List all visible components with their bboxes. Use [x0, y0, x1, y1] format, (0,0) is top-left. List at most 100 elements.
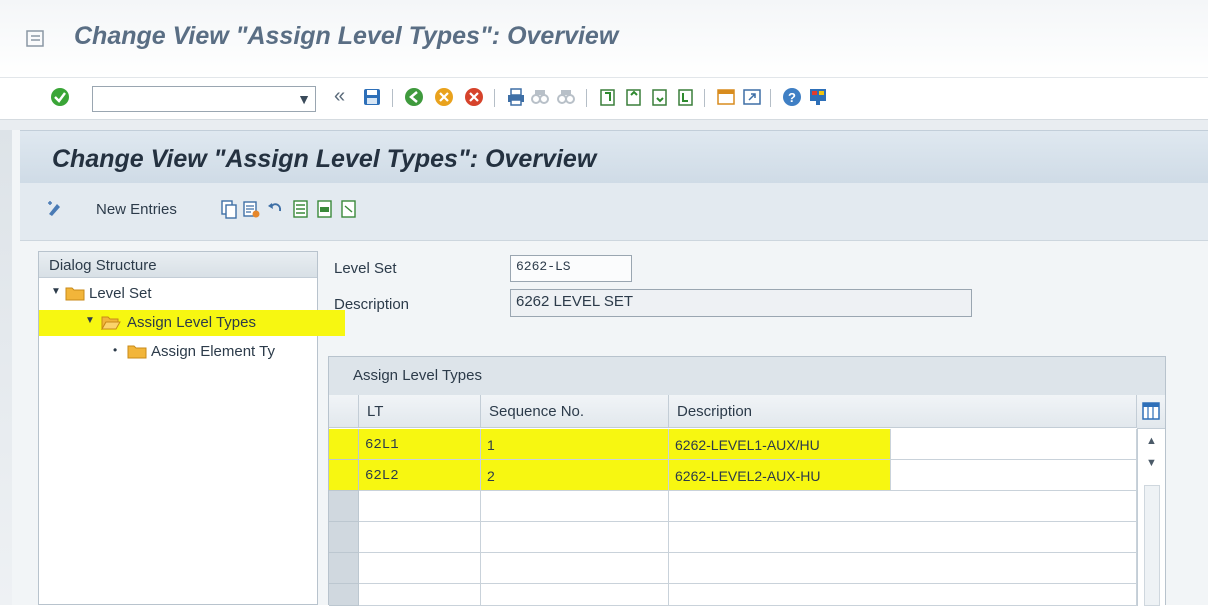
table-cell-empty	[891, 460, 1137, 491]
first-page-icon[interactable]	[598, 87, 618, 107]
table-cell-lt[interactable]: 62L1	[359, 429, 481, 460]
table-cell-description[interactable]: 6262-LEVEL2-AUX-HU	[669, 460, 891, 491]
table-cell-description[interactable]	[669, 584, 1137, 606]
dialog-structure-header: Dialog Structure	[39, 252, 317, 278]
find-next-icon[interactable]	[556, 87, 576, 107]
row-selector[interactable]	[329, 460, 359, 491]
level-set-field[interactable]: 6262-LS	[510, 255, 632, 282]
column-header-sequence-no[interactable]: Sequence No.	[481, 395, 669, 428]
exit-icon[interactable]	[434, 87, 454, 107]
standard-toolbar: ▼ « ?	[0, 78, 1208, 120]
table-cell-lt[interactable]	[359, 522, 481, 553]
command-field[interactable]: ▼	[92, 86, 316, 112]
delete-icon[interactable]	[242, 199, 260, 219]
table-cell-sequence-no[interactable]	[481, 491, 669, 522]
table-cell-sequence-no[interactable]	[481, 522, 669, 553]
window-title: Change View "Assign Level Types": Overvi…	[74, 22, 619, 50]
table-grid: LT Sequence No. Description 62L1 1 6262-…	[329, 395, 1165, 606]
table-cell-lt[interactable]	[359, 491, 481, 522]
table-vertical-scrollbar[interactable]: ▲ ▼	[1137, 429, 1165, 606]
table-cell-empty	[891, 429, 1137, 460]
shortcut-icon[interactable]	[742, 87, 762, 107]
next-page-icon[interactable]	[650, 87, 670, 107]
tree-item-assign-element-types[interactable]: • Assign Element Ty	[45, 340, 315, 364]
scroll-up-icon[interactable]: ▲	[1146, 435, 1157, 447]
separator	[770, 89, 771, 107]
tree-item-label: Assign Level Types	[127, 314, 256, 331]
separator	[392, 89, 393, 107]
separator	[586, 89, 587, 107]
table-title: Assign Level Types	[353, 367, 482, 384]
dropdown-icon[interactable]: ▼	[297, 87, 311, 111]
row-selector[interactable]	[329, 429, 359, 460]
tree-item-label: Assign Element Ty	[151, 343, 275, 360]
scroll-track[interactable]	[1144, 485, 1160, 606]
undo-icon[interactable]	[266, 199, 284, 219]
page-title: Change View "Assign Level Types": Overvi…	[52, 145, 597, 173]
table-cell-lt[interactable]: 62L2	[359, 460, 481, 491]
print-icon[interactable]	[506, 87, 526, 107]
table-cell-lt[interactable]	[359, 553, 481, 584]
column-header-description[interactable]: Description	[669, 395, 1137, 428]
dialog-structure-panel: Dialog Structure ▼ Level Set ▼ Assign Le…	[38, 251, 345, 605]
tree-item-label: Level Set	[89, 285, 152, 302]
help-icon[interactable]: ?	[782, 87, 802, 107]
row-selector[interactable]	[329, 584, 359, 606]
back-icon[interactable]	[404, 87, 424, 107]
previous-page-icon[interactable]	[624, 87, 644, 107]
separator	[704, 89, 705, 107]
column-settings-icon[interactable]	[1142, 402, 1160, 420]
folder-icon	[65, 287, 85, 301]
select-all-icon[interactable]	[292, 199, 310, 219]
level-set-label: Level Set	[334, 260, 397, 277]
find-icon[interactable]	[530, 87, 550, 107]
customize-layout-icon[interactable]	[808, 87, 828, 107]
column-header-lt[interactable]: LT	[359, 395, 481, 428]
select-block-icon[interactable]	[316, 199, 334, 219]
display-change-icon[interactable]	[46, 199, 64, 219]
table-cell-description[interactable]	[669, 553, 1137, 584]
expand-triangle-icon[interactable]: ▼	[51, 286, 61, 297]
deselect-all-icon[interactable]	[340, 199, 358, 219]
table-cell-description[interactable]	[669, 522, 1137, 553]
assign-level-types-table: Assign Level Types LT Sequence No. Descr…	[328, 356, 1166, 606]
copy-as-icon[interactable]	[220, 199, 238, 219]
dialog-structure-title: Dialog Structure	[49, 257, 157, 274]
row-selector-header[interactable]	[329, 395, 359, 428]
back-double-arrow-icon[interactable]: «	[334, 85, 345, 108]
window-menu-icon[interactable]	[26, 30, 46, 48]
table-cell-lt[interactable]	[359, 584, 481, 606]
svg-text:?: ?	[788, 90, 796, 105]
table-cell-sequence-no[interactable]: 1	[481, 429, 669, 460]
expand-triangle-icon[interactable]: ▼	[85, 315, 95, 326]
table-cell-description[interactable]: 6262-LEVEL1-AUX/HU	[669, 429, 891, 460]
last-page-icon[interactable]	[676, 87, 696, 107]
row-selector[interactable]	[329, 491, 359, 522]
table-settings[interactable]	[1137, 395, 1165, 429]
description-field: 6262 LEVEL SET	[510, 289, 972, 317]
table-cell-sequence-no[interactable]	[481, 553, 669, 584]
cancel-icon[interactable]	[464, 87, 484, 107]
create-session-icon[interactable]	[716, 87, 736, 107]
toolbar-gap	[0, 120, 1208, 130]
folder-icon	[127, 345, 147, 359]
new-entries-button[interactable]: New Entries	[96, 201, 177, 218]
page-header: Change View "Assign Level Types": Overvi…	[20, 130, 1208, 183]
application-toolbar	[20, 183, 1208, 241]
save-icon[interactable]	[362, 87, 382, 107]
row-selector[interactable]	[329, 522, 359, 553]
enter-icon[interactable]	[50, 87, 70, 107]
tree-item-assign-level-types[interactable]: ▼ Assign Level Types	[39, 310, 345, 336]
title-bar: Change View "Assign Level Types": Overvi…	[0, 0, 1208, 78]
tree-item-level-set[interactable]: ▼ Level Set	[45, 282, 245, 306]
table-cell-description[interactable]	[669, 491, 1137, 522]
open-folder-icon	[101, 316, 121, 330]
row-selector[interactable]	[329, 553, 359, 584]
leaf-dot-icon: •	[113, 343, 118, 357]
table-cell-sequence-no[interactable]	[481, 584, 669, 606]
description-label: Description	[334, 296, 410, 313]
scroll-down-icon[interactable]: ▼	[1146, 457, 1157, 469]
separator	[494, 89, 495, 107]
window-left-edge	[0, 130, 12, 605]
table-cell-sequence-no[interactable]: 2	[481, 460, 669, 491]
